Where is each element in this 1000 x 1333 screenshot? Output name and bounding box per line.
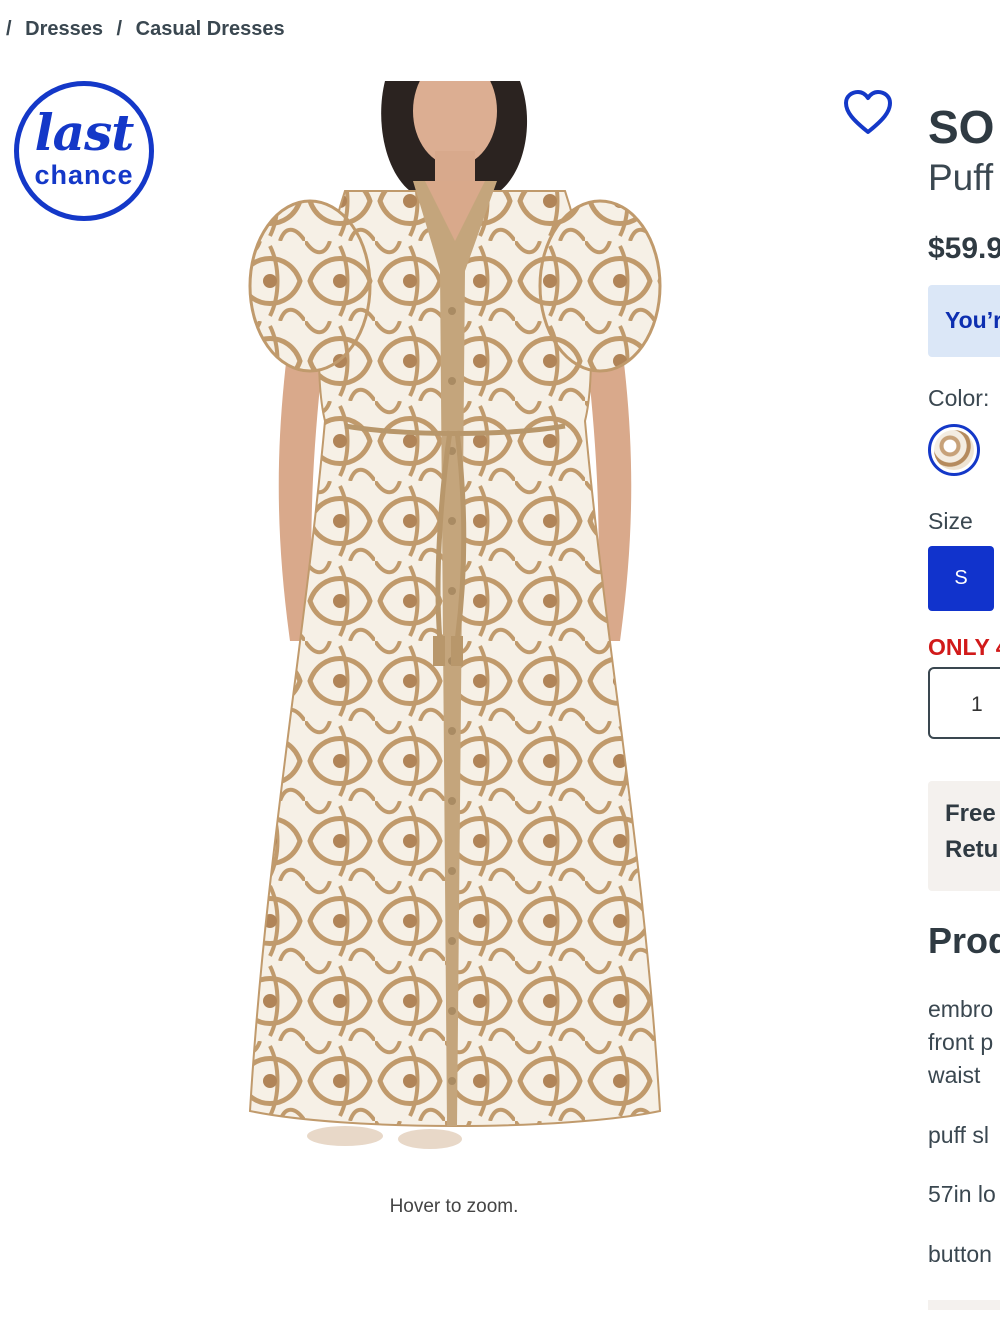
details-heading: Prod: [928, 920, 1000, 961]
breadcrumb-link-dresses[interactable]: Dresses: [25, 18, 103, 40]
product-title: Puff: [928, 157, 994, 198]
badge-line1: last: [34, 103, 135, 162]
product-info-panel: SO Puff $59.9 You’r Color: Size S ONLY 4…: [928, 0, 1000, 1333]
detail-line: button: [928, 1241, 992, 1267]
breadcrumb-separator: /: [6, 18, 12, 40]
shipping-line1: Free: [945, 800, 996, 827]
detail-line: embro: [928, 996, 994, 1022]
detail-line: front p: [928, 1029, 994, 1055]
last-chance-badge: last chance: [14, 81, 154, 221]
promo-banner: You’r: [928, 285, 1000, 357]
promo-text: You’r: [945, 307, 1000, 333]
quantity-value: 1: [971, 693, 983, 716]
wishlist-heart-icon[interactable]: [843, 90, 893, 136]
breadcrumb-link-casual-dresses[interactable]: Casual Dresses: [136, 18, 285, 40]
badge-line2: chance: [34, 160, 134, 190]
shipping-returns-box: Free Retu: [928, 781, 1000, 891]
zoom-hint: Hover to zoom.: [389, 1196, 519, 1217]
breadcrumb: / Dresses / Casual Dresses: [6, 18, 293, 41]
product-brand: SO: [928, 101, 995, 153]
product-image[interactable]: [235, 81, 675, 1151]
detail-line: puff sl: [928, 1122, 989, 1148]
size-option-s[interactable]: S: [928, 546, 994, 611]
color-swatch[interactable]: [928, 424, 980, 476]
breadcrumb-separator: /: [116, 18, 123, 40]
detail-line: waist: [928, 1062, 981, 1088]
color-label: Color:: [928, 385, 990, 411]
section-divider: [928, 1300, 1000, 1310]
product-price: $59.9: [928, 232, 1000, 265]
stock-warning: ONLY 4: [928, 634, 1000, 660]
shipping-line2: Retu: [945, 836, 999, 863]
quantity-select[interactable]: 1: [928, 667, 1000, 739]
size-label: Size: [928, 508, 973, 534]
detail-line: 57in lo: [928, 1181, 996, 1207]
